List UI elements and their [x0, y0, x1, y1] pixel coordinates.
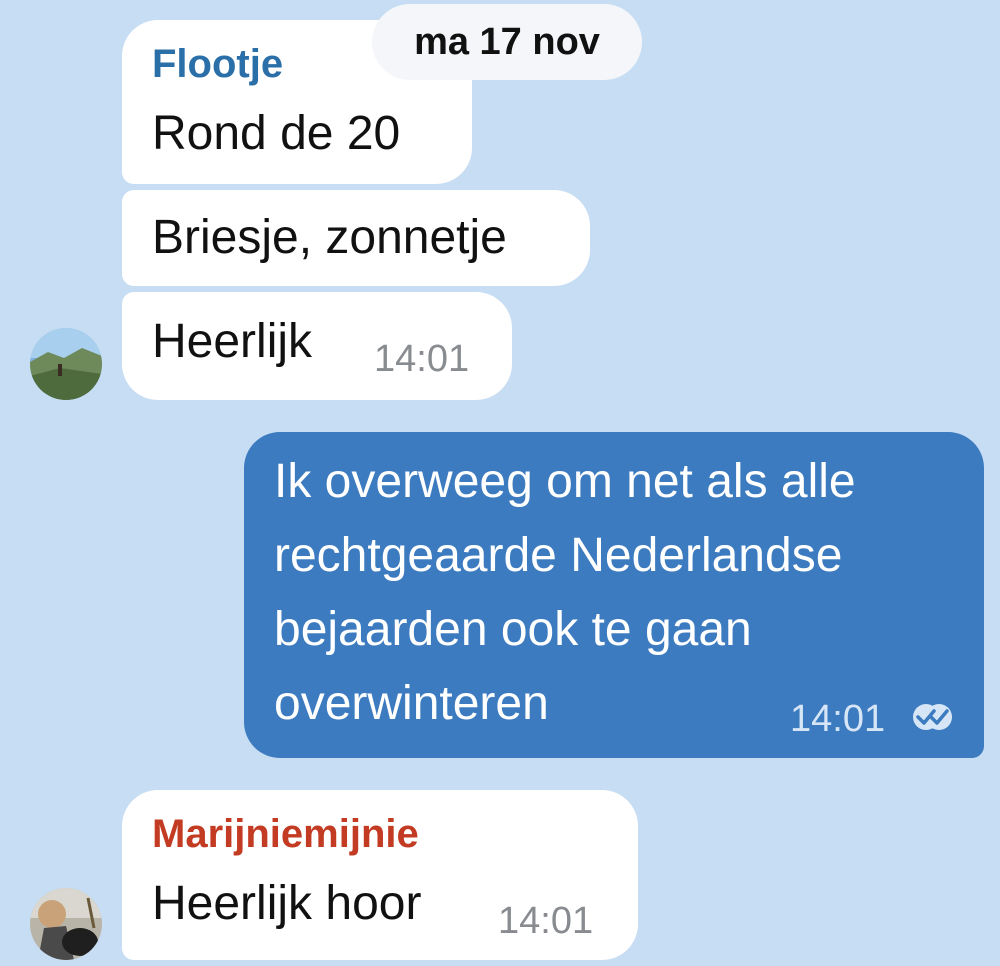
date-badge: ma 17 nov: [372, 4, 642, 80]
message-text-line-1: Ik overweeg om net als alle: [274, 455, 856, 508]
message-bubble-flootje-3[interactable]: Heerlijk 14:01: [122, 292, 512, 400]
message-text-line-2: rechtgeaarde Nederlandse: [274, 529, 843, 582]
message-time: 14:01: [790, 698, 886, 740]
message-bubble-marijniemijnie[interactable]: Marijniemijnie Heerlijk hoor 14:01: [122, 790, 638, 960]
message-bubble-flootje-2[interactable]: Briesje, zonnetje: [122, 190, 590, 286]
message-text-line-4: overwinteren: [274, 677, 549, 730]
message-text: Heerlijk hoor: [152, 877, 422, 930]
avatar-landscape-image: [30, 328, 102, 400]
message-text-line-3: bejaarden ook te gaan: [274, 603, 752, 656]
message-text: Rond de 20: [152, 107, 401, 160]
message-text: Heerlijk: [152, 315, 313, 368]
message-text: Briesje, zonnetje: [152, 211, 507, 264]
message-time: 14:01: [374, 338, 470, 380]
avatar-photo-image: [30, 888, 102, 960]
sender-name-marijniemijnie[interactable]: Marijniemijnie: [152, 812, 419, 857]
sender-name-flootje[interactable]: Flootje: [152, 42, 283, 87]
message-time: 14:01: [498, 900, 594, 942]
avatar-marijniemijnie[interactable]: [30, 888, 102, 960]
avatar-flootje[interactable]: [30, 328, 102, 400]
message-bubble-outgoing[interactable]: Ik overweeg om net als alle rechtgeaarde…: [244, 432, 984, 758]
double-check-icon: [912, 702, 954, 732]
